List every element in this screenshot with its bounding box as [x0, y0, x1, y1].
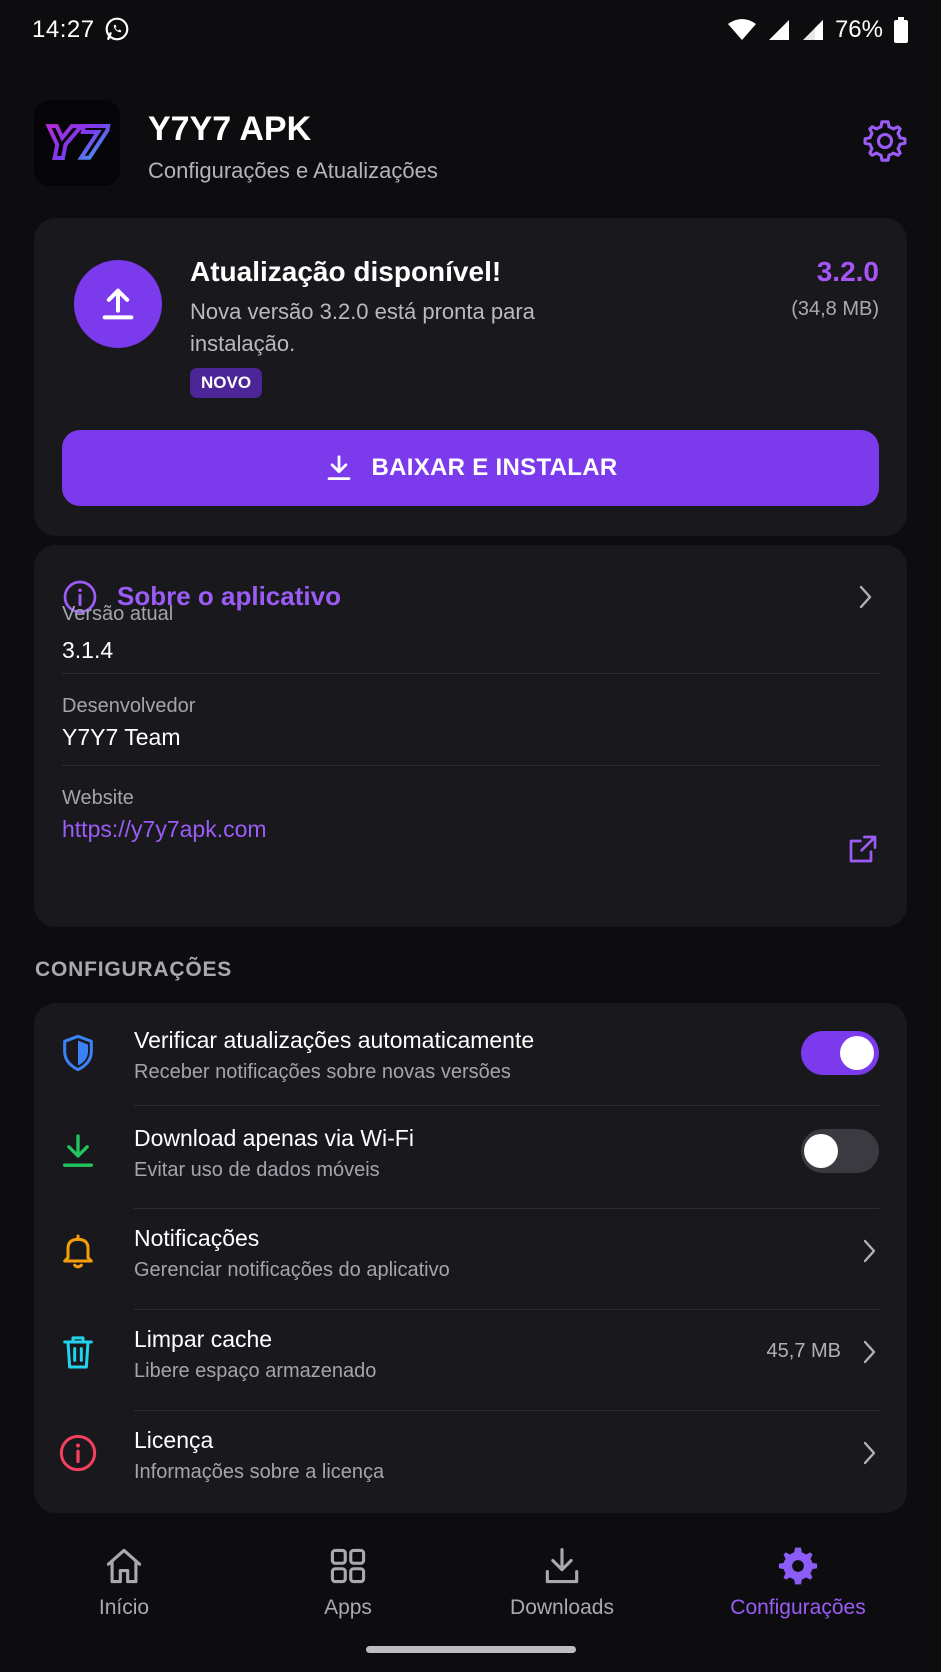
- download-icon: [545, 1547, 579, 1584]
- signal-icon: [768, 20, 789, 40]
- info-label: Versão atual: [62, 603, 174, 625]
- app-logo: Y7: [34, 100, 120, 186]
- update-version: 3.2.0: [816, 256, 879, 287]
- toggle-knob: [840, 1036, 874, 1070]
- info-icon: [59, 1434, 97, 1472]
- developer-value: Y7Y7 Team: [62, 724, 181, 750]
- nav-label: Downloads: [510, 1596, 614, 1619]
- status-bar: 14:27 76%: [0, 0, 941, 62]
- download-icon: [63, 1134, 94, 1167]
- wifi-only-toggle[interactable]: [801, 1129, 879, 1173]
- download-install-button[interactable]: BAIXAR E INSTALAR: [62, 430, 879, 506]
- notifications-row[interactable]: Notificações Gerenciar notificações do a…: [34, 1203, 907, 1299]
- download-button-label: BAIXAR E INSTALAR: [371, 454, 618, 481]
- external-link-icon[interactable]: [847, 833, 879, 865]
- app-subtitle: Configurações e Atualizações: [148, 158, 438, 183]
- shield-icon: [63, 1034, 93, 1072]
- bell-icon: [63, 1234, 93, 1269]
- auto-update-toggle[interactable]: [801, 1031, 879, 1075]
- auto-update-row[interactable]: Verificar atualizações automaticamente R…: [34, 1005, 907, 1101]
- update-size: (34,8 MB): [791, 298, 879, 320]
- setting-subtitle: Gerenciar notificações do aplicativo: [134, 1259, 450, 1281]
- cache-size-value: 45,7 MB: [766, 1340, 841, 1362]
- setting-subtitle: Libere espaço armazenado: [134, 1360, 377, 1382]
- wifi-only-row[interactable]: Download apenas via Wi-Fi Evitar uso de …: [34, 1103, 907, 1199]
- gear-icon: [778, 1547, 818, 1585]
- setting-title: Licença: [134, 1427, 214, 1453]
- download-icon: [327, 455, 350, 480]
- divider: [62, 673, 879, 674]
- nav-item-downloads[interactable]: Downloads: [462, 1544, 662, 1634]
- nav-item-settings[interactable]: Configurações: [698, 1544, 898, 1634]
- nav-label: Apps: [324, 1596, 372, 1619]
- app-header: Y7 Y7Y7 APK Configurações e Atualizações: [34, 100, 908, 188]
- current-version-row: Versão atual: [62, 603, 879, 626]
- about-card: Sobre o aplicativo Versão atual 3.1.4 De…: [34, 545, 907, 927]
- update-title: Atualização disponível!: [190, 256, 502, 287]
- home-indicator[interactable]: [366, 1646, 576, 1653]
- setting-title: Limpar cache: [134, 1326, 273, 1352]
- website-link[interactable]: https://y7y7apk.com: [62, 816, 879, 843]
- grid-icon: [330, 1548, 366, 1584]
- chevron-right-icon: [863, 1239, 876, 1263]
- chevron-right-icon: [863, 1441, 876, 1465]
- current-version-value-row: 3.1.4: [62, 631, 879, 664]
- settings-card: Verificar atualizações automaticamente R…: [34, 1003, 907, 1513]
- gear-icon[interactable]: [862, 118, 908, 164]
- chevron-right-icon: [863, 1340, 876, 1364]
- setting-subtitle: Informações sobre a licença: [134, 1461, 385, 1483]
- info-label: Desenvolvedor: [62, 695, 196, 717]
- trash-icon: [63, 1336, 93, 1369]
- battery-icon: [894, 17, 908, 43]
- app-title: Y7Y7 APK: [148, 110, 312, 148]
- clear-cache-row[interactable]: Limpar cache Libere espaço armazenado 45…: [34, 1304, 907, 1400]
- setting-subtitle: Evitar uso de dados móveis: [134, 1159, 380, 1181]
- upload-icon: [74, 260, 162, 348]
- home-icon: [106, 1548, 142, 1584]
- setting-subtitle: Receber notificações sobre novas versões: [134, 1061, 511, 1083]
- developer-row: Desenvolvedor Y7Y7 Team: [62, 695, 879, 751]
- signal-icon: [802, 20, 823, 40]
- nav-item-apps[interactable]: Apps: [248, 1544, 448, 1634]
- settings-section-title: CONFIGURAÇÕES: [35, 958, 233, 981]
- status-time: 14:27: [32, 16, 95, 43]
- battery-percentage: 76%: [834, 16, 883, 43]
- logo-text: Y7: [46, 118, 109, 169]
- website-row: Website https://y7y7apk.com: [62, 787, 879, 843]
- setting-title: Verificar atualizações automaticamente: [134, 1027, 535, 1053]
- nav-label: Configurações: [730, 1596, 866, 1619]
- setting-title: Notificações: [134, 1225, 260, 1251]
- divider: [62, 765, 879, 766]
- setting-title: Download apenas via Wi-Fi: [134, 1125, 414, 1151]
- nav-label: Início: [98, 1596, 150, 1619]
- update-description: Nova versão 3.2.0 está pronta para insta…: [190, 299, 535, 356]
- license-row[interactable]: Licença Informações sobre a licença: [34, 1405, 907, 1501]
- info-label: Website: [62, 787, 134, 809]
- whatsapp-icon: [105, 17, 129, 41]
- toggle-knob: [804, 1134, 838, 1168]
- update-card: Atualização disponível! Nova versão 3.2.…: [34, 218, 907, 536]
- new-badge: NOVO: [190, 368, 263, 398]
- wifi-icon: [727, 19, 756, 40]
- current-version-value: 3.1.4: [62, 637, 114, 663]
- nav-item-home[interactable]: Início: [24, 1544, 224, 1634]
